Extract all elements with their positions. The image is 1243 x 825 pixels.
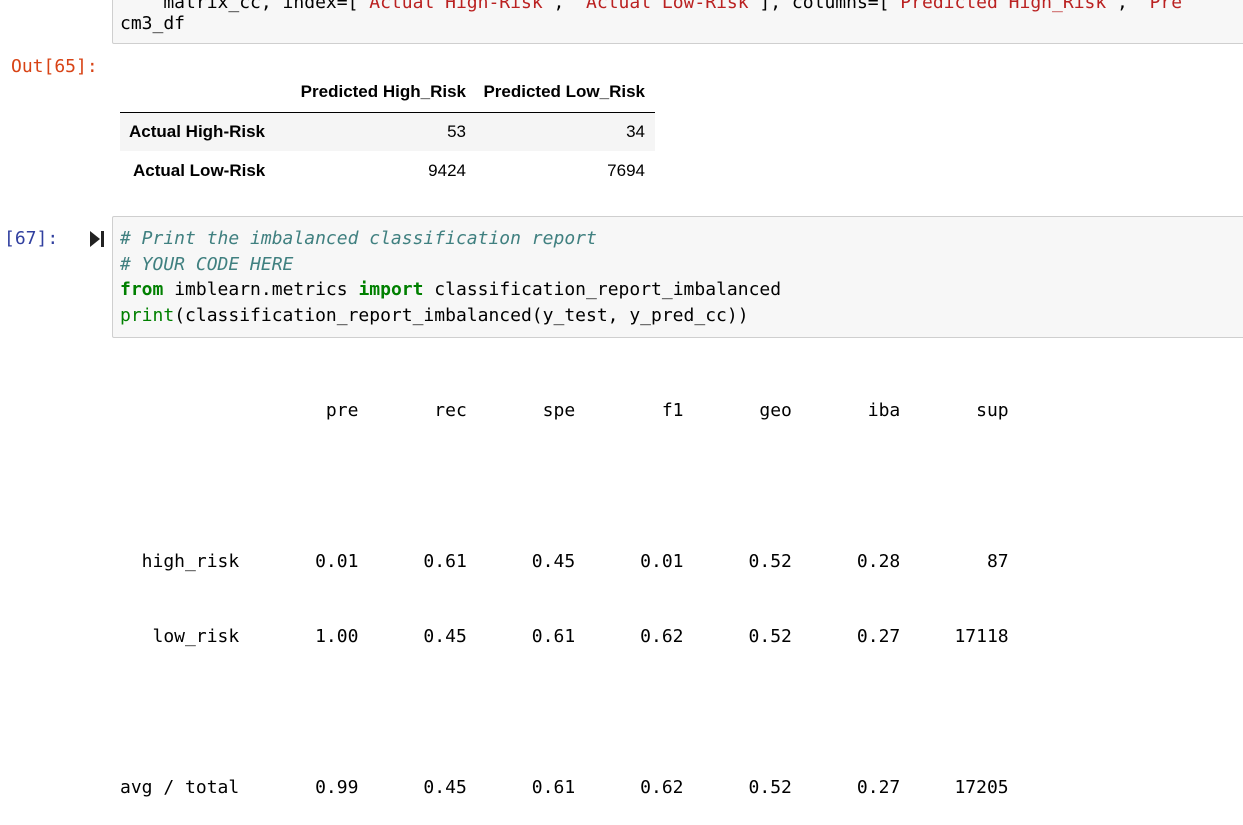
code-line-1: matrix_cc, index=["Actual High-Risk", "A…	[120, 0, 1182, 15]
keyword-from: from	[120, 279, 164, 300]
keyword-import: import	[358, 279, 424, 300]
report-row-high-risk: high_risk 0.01 0.61 0.45 0.01 0.52 0.28 …	[120, 551, 1009, 572]
code-cell-input-top[interactable]: matrix_cc, index=["Actual High-Risk", "A…	[112, 0, 1243, 44]
code-token: "Pre	[1138, 0, 1183, 13]
report-header-row: pre rec spe f1 geo iba sup	[120, 400, 1009, 421]
code-token: ,	[1117, 0, 1139, 13]
table-cell: 7694	[607, 160, 645, 180]
report-row-avg-total: avg / total 0.99 0.45 0.61 0.62 0.52 0.2…	[120, 777, 1009, 798]
dataframe-table: Predicted High_Risk Predicted Low_Risk A…	[120, 72, 655, 190]
table-row: Actual Low-Risk 9424 7694	[120, 151, 655, 190]
table-row: Actual High-Risk 53 34	[120, 112, 655, 151]
column-header: Predicted High_Risk	[280, 72, 466, 113]
table-cell: 53	[447, 121, 466, 141]
code-print-line: print(classification_report_imbalanced(y…	[120, 303, 749, 328]
table-cell: 34	[626, 121, 645, 141]
run-cell-icon[interactable]	[89, 229, 105, 249]
classification-report-output: pre rec spe f1 geo iba sup high_risk 0.0…	[120, 348, 1009, 825]
module-name: imblearn.metrics	[163, 279, 359, 300]
code-token: ,	[553, 0, 576, 13]
report-row-low-risk: low_risk 1.00 0.45 0.61 0.62 0.52 0.27 1…	[120, 626, 1009, 647]
code-token: [	[347, 0, 359, 13]
input-prompt: [67]:	[4, 228, 59, 249]
row-index-label: Actual Low-Risk	[133, 160, 266, 180]
column-header: Predicted Low_Risk	[466, 72, 655, 113]
code-line-2: cm3_df	[120, 13, 186, 34]
code-comment-line: # Print the imbalanced classification re…	[120, 228, 597, 249]
table-header-row: Predicted High_Risk Predicted Low_Risk	[120, 72, 655, 113]
code-token: "Actual High-Risk"	[358, 0, 554, 13]
code-comment-line: # YOUR CODE HERE	[120, 254, 294, 275]
output-prompt: Out[65]:	[11, 56, 98, 77]
code-token: "Predicted High_Risk"	[889, 0, 1118, 13]
code-cell-input[interactable]: # Print the imbalanced classification re…	[112, 216, 1243, 338]
print-args: (classification_report_imbalanced(y_test…	[174, 305, 749, 326]
code-import-line: from imblearn.metrics import classificat…	[120, 277, 781, 302]
row-index-label: Actual High-Risk	[129, 121, 266, 141]
builtin-print: print	[120, 305, 175, 326]
index-header	[120, 72, 280, 113]
code-token: ], columns=[	[759, 0, 890, 13]
imported-name: classification_report_imbalanced	[423, 279, 782, 300]
table-cell: 9424	[428, 160, 466, 180]
code-token: "Actual Low-Risk"	[575, 0, 760, 13]
